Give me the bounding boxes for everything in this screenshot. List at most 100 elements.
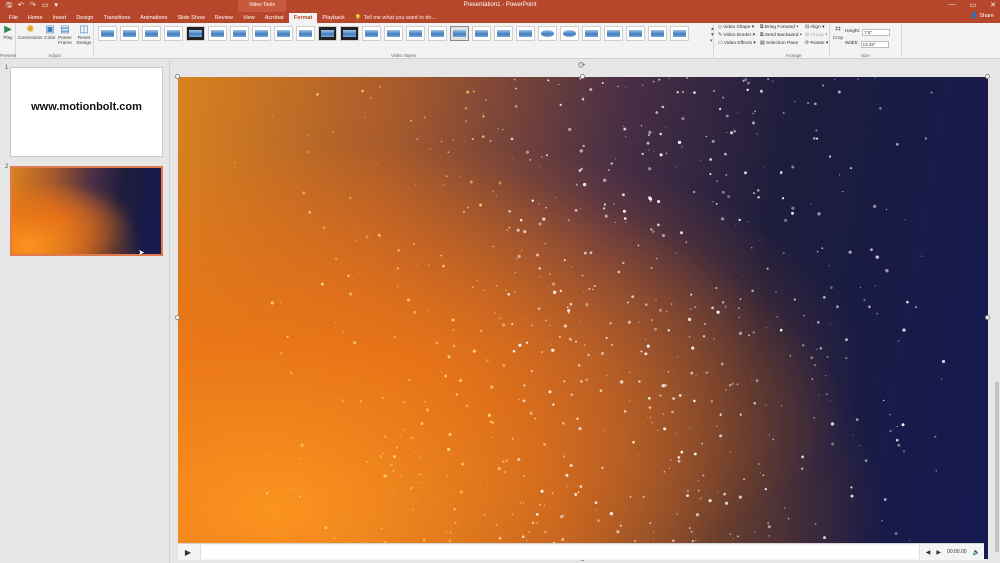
sparkle-particle (575, 183, 578, 186)
slide-thumbnail-2[interactable] (10, 166, 163, 256)
color-button[interactable]: ▣ Color (44, 24, 56, 42)
video-style-thumbnail[interactable] (362, 26, 381, 41)
sparkle-particle (290, 371, 293, 375)
step-forward-button[interactable]: ▶ (936, 549, 941, 556)
tab-insert[interactable]: Insert (48, 13, 72, 23)
sparkle-particle (739, 298, 742, 300)
video-style-thumbnail[interactable] (230, 26, 249, 41)
play-button[interactable]: ▶ Play (2, 24, 14, 42)
rotate-button[interactable]: ⟳ Rotate ▾ (805, 40, 828, 48)
sparkle-particle (825, 375, 827, 377)
video-style-thumbnail[interactable] (538, 26, 557, 41)
video-object[interactable] (178, 77, 988, 559)
video-style-thumbnail[interactable] (208, 26, 227, 41)
video-style-thumbnail[interactable] (516, 26, 535, 41)
gallery-more-icon[interactable]: ▾ (710, 38, 715, 44)
video-border-button[interactable]: ✎ Video Border ▾ (718, 32, 756, 40)
sparkle-particle (574, 209, 578, 212)
width-input[interactable]: 13.33" (860, 40, 889, 48)
tell-me-box[interactable]: 💡 Tell me what you want to do... (350, 13, 441, 23)
close-button[interactable]: ✕ (990, 1, 996, 9)
resize-handle[interactable] (985, 74, 990, 79)
tab-acrobat[interactable]: Acrobat (260, 13, 289, 23)
video-style-thumbnail[interactable] (164, 26, 183, 41)
send-backward-button[interactable]: ⧉ Send Backward ▾ (760, 32, 802, 40)
video-style-thumbnail[interactable] (186, 26, 205, 41)
sparkle-particle (875, 255, 879, 259)
resize-handle[interactable] (985, 315, 990, 320)
video-style-thumbnail[interactable] (648, 26, 667, 41)
tab-home[interactable]: Home (23, 13, 48, 23)
video-style-thumbnail[interactable] (428, 26, 447, 41)
video-seek-bar[interactable] (200, 545, 920, 559)
video-shape-button[interactable]: ◇ Video Shape ▾ (718, 24, 756, 32)
sparkle-particle (490, 436, 493, 439)
video-style-thumbnail[interactable] (604, 26, 623, 41)
scrollbar-thumb[interactable] (995, 382, 999, 552)
tab-view[interactable]: View (238, 13, 260, 23)
sparkle-particle (747, 221, 749, 223)
sparkle-particle (815, 129, 818, 132)
resize-handle[interactable] (580, 74, 585, 79)
video-style-thumbnail[interactable] (494, 26, 513, 41)
sparkle-particle (377, 233, 381, 237)
tab-review[interactable]: Review (210, 13, 238, 23)
video-style-thumbnail[interactable] (318, 26, 337, 41)
corrections-button[interactable]: ✺ Corrections (18, 24, 43, 42)
tab-file[interactable]: File (4, 13, 23, 23)
volume-button[interactable]: 🔈 (973, 549, 980, 556)
sparkle-particle (444, 242, 446, 244)
video-style-thumbnail[interactable] (560, 26, 579, 41)
sparkle-particle (602, 207, 606, 210)
video-style-thumbnail[interactable] (626, 26, 645, 41)
height-input[interactable]: 7.5" (862, 28, 891, 36)
sparkle-particle (566, 306, 569, 308)
crop-button[interactable]: ⌗ Crop (832, 24, 844, 42)
sparkle-particle (465, 404, 469, 408)
video-style-thumbnail[interactable] (98, 26, 117, 41)
sparkle-particle (292, 487, 295, 490)
tab-slide-show[interactable]: Slide Show (172, 13, 210, 23)
video-style-thumbnail[interactable] (142, 26, 161, 41)
minimize-button[interactable]: — (949, 1, 956, 9)
video-style-thumbnail[interactable] (384, 26, 403, 41)
tab-animations[interactable]: Animations (135, 13, 172, 23)
video-style-thumbnail[interactable] (296, 26, 315, 41)
sparkle-particle (659, 153, 663, 157)
sparkle-particle (715, 286, 718, 290)
video-style-thumbnail[interactable] (472, 26, 491, 41)
tab-design[interactable]: Design (71, 13, 98, 23)
tab-transitions[interactable]: Transitions (98, 13, 135, 23)
share-button[interactable]: 👤 Share (971, 13, 994, 19)
restore-button[interactable]: ▭ (970, 1, 977, 9)
video-style-thumbnail[interactable] (274, 26, 293, 41)
play-pause-button[interactable]: ▶ (182, 546, 194, 558)
video-style-thumbnail[interactable] (120, 26, 139, 41)
video-style-thumbnail[interactable] (450, 26, 469, 41)
sparkle-particle (849, 166, 853, 170)
poster-frame-button[interactable]: ▤ Poster Frame (58, 24, 72, 47)
sparkle-particle (413, 310, 417, 314)
vertical-scrollbar[interactable] (994, 60, 1000, 563)
resize-handle[interactable] (175, 74, 180, 79)
rotate-handle-icon[interactable]: ⟳ (578, 60, 586, 71)
sparkle-particle (685, 343, 687, 345)
group-button[interactable]: ⊞ Group ▾ (805, 32, 828, 40)
video-style-thumbnail[interactable] (406, 26, 425, 41)
video-style-thumbnail[interactable] (252, 26, 271, 41)
bring-forward-button[interactable]: ⧉ Bring Forward ▾ (760, 24, 802, 32)
selection-pane-button[interactable]: ▤ Selection Pane (760, 40, 802, 48)
align-button[interactable]: ⊟ Align ▾ (805, 24, 828, 32)
slide-thumbnail-1[interactable]: www.motionbolt.com (10, 67, 163, 157)
video-style-thumbnail[interactable] (670, 26, 689, 41)
resize-handle[interactable] (175, 315, 180, 320)
video-effects-button[interactable]: ▭ Video Effects ▾ (718, 40, 756, 48)
tab-format[interactable]: Format (288, 13, 318, 23)
reset-design-button[interactable]: ◫ Reset Design (76, 24, 92, 47)
sparkle-particle (644, 338, 647, 340)
step-back-button[interactable]: ◀ (926, 549, 931, 556)
video-style-thumbnail[interactable] (582, 26, 601, 41)
video-style-thumbnail[interactable] (340, 26, 359, 41)
sparkle-particle (332, 536, 336, 540)
tab-playback[interactable]: Playback (317, 13, 349, 23)
